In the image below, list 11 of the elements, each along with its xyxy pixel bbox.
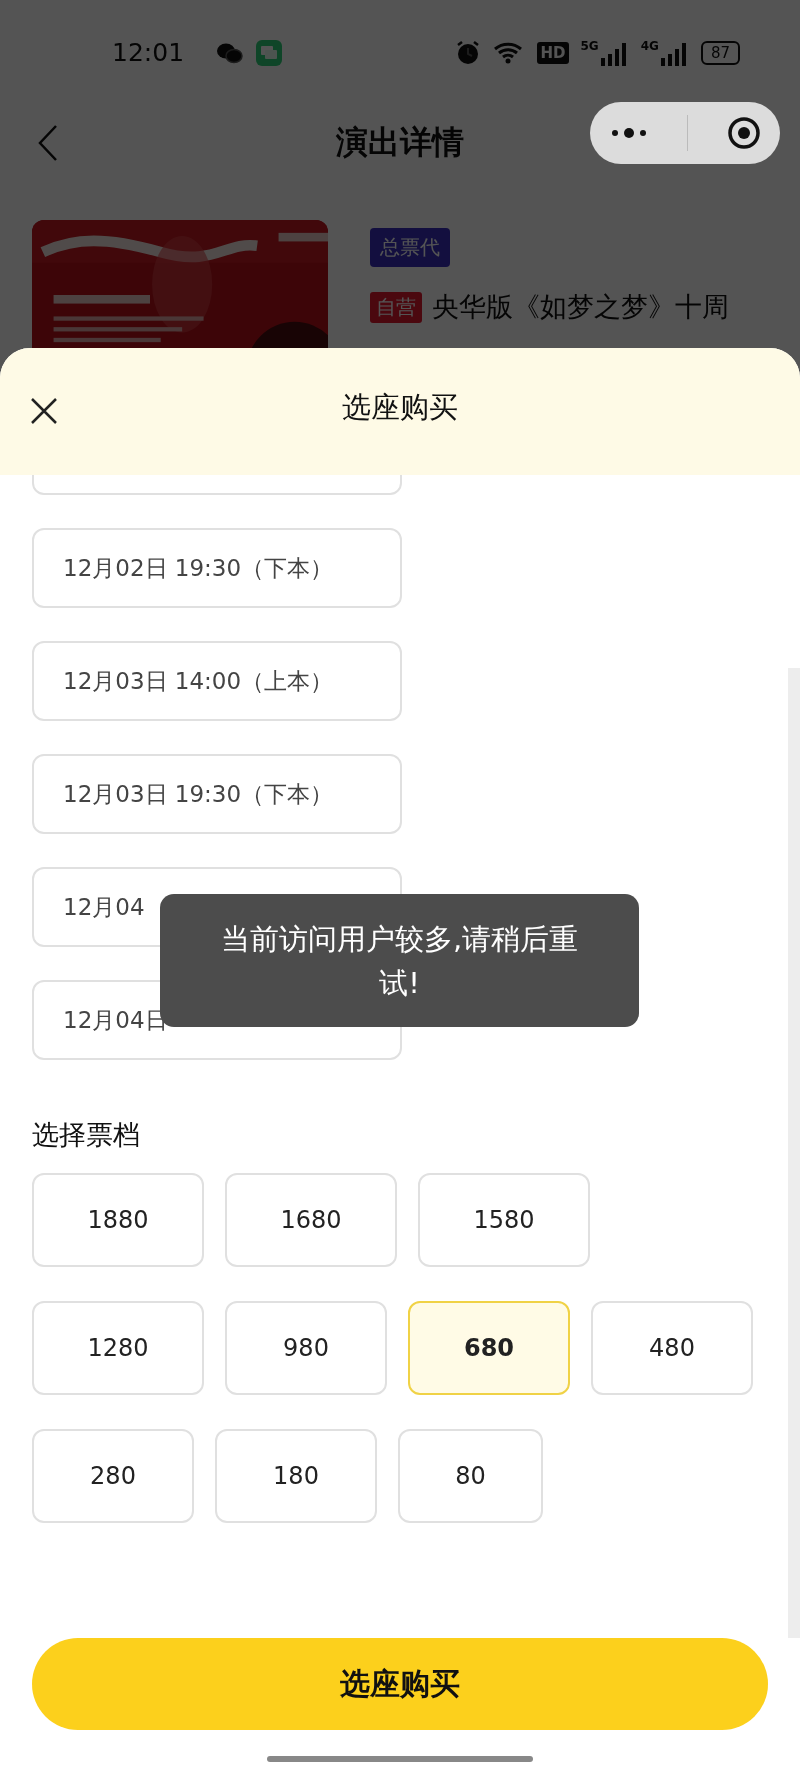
battery-indicator: 87 bbox=[700, 40, 740, 65]
status-time: 12:01 bbox=[112, 38, 185, 67]
show-title: 央华版《如梦之梦》十周 bbox=[432, 290, 729, 324]
section-heading: 选择票档 bbox=[32, 1118, 141, 1152]
hd-indicator: HD bbox=[537, 41, 569, 64]
page-title: 演出详情 bbox=[336, 121, 464, 163]
network-label: 5G bbox=[580, 39, 599, 52]
network-label: 4G bbox=[640, 39, 659, 52]
self-operated-tag: 自营 bbox=[370, 291, 422, 323]
agency-badge: 总票代 bbox=[370, 228, 450, 267]
sheet-title: 选座购买 bbox=[342, 388, 458, 426]
